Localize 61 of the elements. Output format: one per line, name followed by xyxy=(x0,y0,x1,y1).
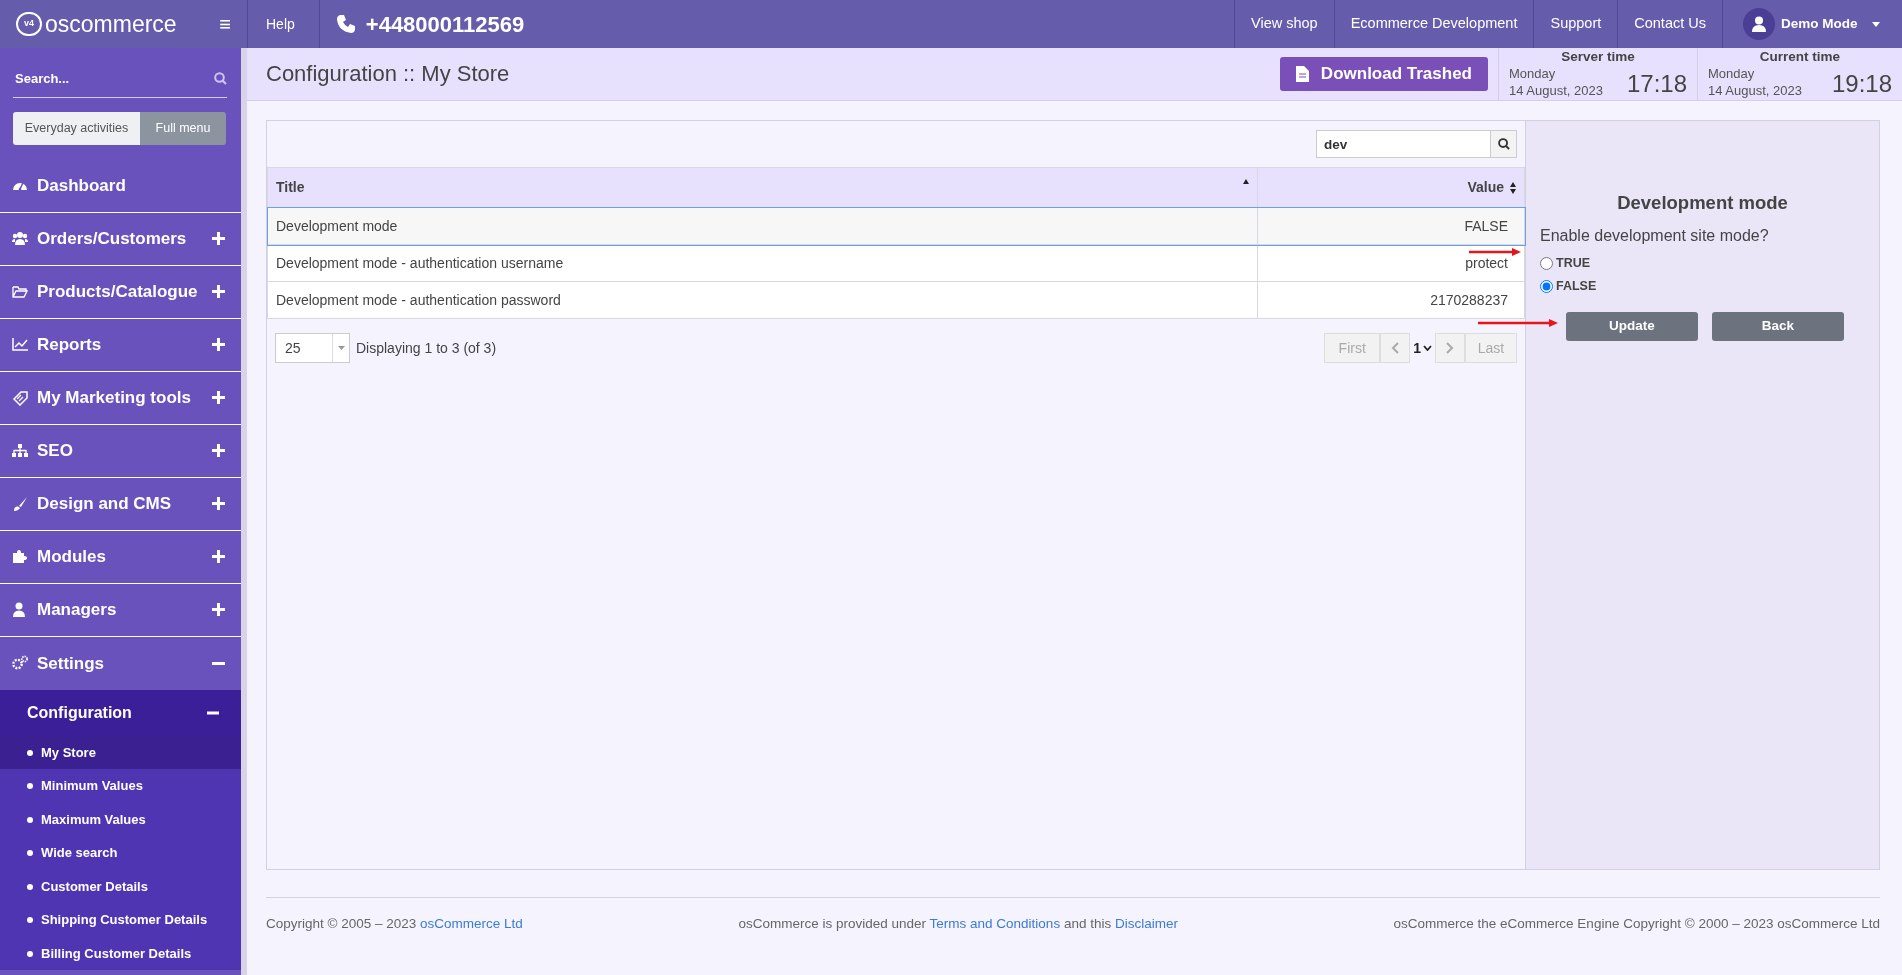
table-cell: FALSE xyxy=(1257,207,1525,245)
sidebar-item[interactable]: Products/Catalogue xyxy=(0,265,241,319)
sidebar-item[interactable]: Dashboard xyxy=(0,159,241,213)
sidebar-item[interactable]: Settings xyxy=(0,636,241,690)
panel-heading: Development mode xyxy=(1616,191,1789,215)
clock-label: Server time xyxy=(1560,48,1636,66)
table-row[interactable]: Development mode - authentication password 2170288237 xyxy=(267,281,1525,319)
submenu-link[interactable]: My Store xyxy=(0,735,241,770)
sidebar-item[interactable]: Managers xyxy=(0,583,241,637)
table-row[interactable]: Development mode FALSE xyxy=(267,207,1525,245)
page-size-select[interactable]: 25 xyxy=(275,333,350,363)
submenu-link[interactable]: Minimum Values xyxy=(0,769,241,803)
search-field[interactable]: Search... xyxy=(13,67,214,90)
footer-link[interactable]: Terms and Conditions xyxy=(929,916,1061,931)
radio-option[interactable]: FALSE xyxy=(1540,274,1597,298)
table-row[interactable]: Development mode - authentication username protect xyxy=(267,244,1525,282)
menu-toggle[interactable]: ≡ xyxy=(219,9,231,39)
clock-time: 19:18 xyxy=(1831,71,1892,96)
submenu-link[interactable]: Customer Details xyxy=(0,869,241,904)
page-select[interactable]: 1 xyxy=(1410,333,1435,363)
clock-day: Monday xyxy=(1708,67,1832,84)
search-field[interactable]: dev xyxy=(1316,130,1491,158)
question-text: Enable development site mode? xyxy=(1540,225,1770,246)
logo-cloud-icon: v4 xyxy=(16,12,42,36)
sidebar-item[interactable]: SEO xyxy=(0,424,241,478)
clock-date: 14 August, 2023 xyxy=(1708,83,1803,100)
radio-option[interactable]: TRUE xyxy=(1540,251,1591,275)
submenu-link[interactable]: Shipping Customer Details xyxy=(0,903,241,937)
sidebar-item[interactable]: Design and CMS xyxy=(0,477,241,531)
submenu-link[interactable]: Maximum Values xyxy=(0,802,241,837)
clock-date: 14 August, 2023 xyxy=(1509,83,1604,100)
phone-number[interactable]: +448000112569 xyxy=(365,7,525,41)
mode-tab[interactable]: Full menu xyxy=(140,112,226,145)
sidebar-item[interactable]: Orders/Customers xyxy=(0,212,241,266)
sidebar-item[interactable]: Modules xyxy=(0,530,241,584)
clock-day: Monday xyxy=(1509,67,1627,84)
submenu-item[interactable]: Configuration xyxy=(0,689,241,736)
download-button[interactable]: Download Trashed xyxy=(1279,57,1488,91)
clock-time: 17:18 xyxy=(1626,71,1687,96)
submenu-link[interactable]: Billing Customer Details xyxy=(0,936,241,971)
sidebar-item[interactable]: Reports xyxy=(0,318,241,372)
table-cell: Development mode - authentication password xyxy=(267,281,1258,319)
page-title: Configuration :: My Store xyxy=(266,60,511,88)
clock-label: Current time xyxy=(1758,48,1842,66)
footer-link[interactable]: Disclaimer xyxy=(1114,916,1178,931)
mode-tab[interactable]: Everyday activities xyxy=(13,112,140,145)
logo-text[interactable]: oscommerce xyxy=(45,6,177,42)
action-button[interactable]: Update xyxy=(1566,311,1698,341)
table-cell: Development mode xyxy=(267,207,1258,245)
table-cell: 2170288237 xyxy=(1257,281,1525,319)
action-button[interactable]: Back xyxy=(1712,311,1844,341)
user-menu[interactable]: Demo Mode xyxy=(1781,13,1858,35)
submenu-link[interactable]: Wide search xyxy=(0,836,241,870)
help-link[interactable]: Help xyxy=(266,13,295,35)
footer-text: osCommerce is provided under Terms and Conditions and this Disclaimer xyxy=(738,915,1178,933)
sidebar-item[interactable]: My Marketing tools xyxy=(0,371,241,425)
footer-link[interactable]: osCommerce Ltd xyxy=(420,916,523,931)
footer-text: Copyright © 2005 – 2023 osCommerce Ltd xyxy=(266,915,523,933)
table-cell: Development mode - authentication username xyxy=(267,244,1258,282)
pagination-info: Displaying 1 to 3 (of 3) xyxy=(356,338,497,358)
footer-text: osCommerce the eCommerce Engine Copyright © 2000 – 2023 osCommerce Ltd xyxy=(1393,915,1880,933)
